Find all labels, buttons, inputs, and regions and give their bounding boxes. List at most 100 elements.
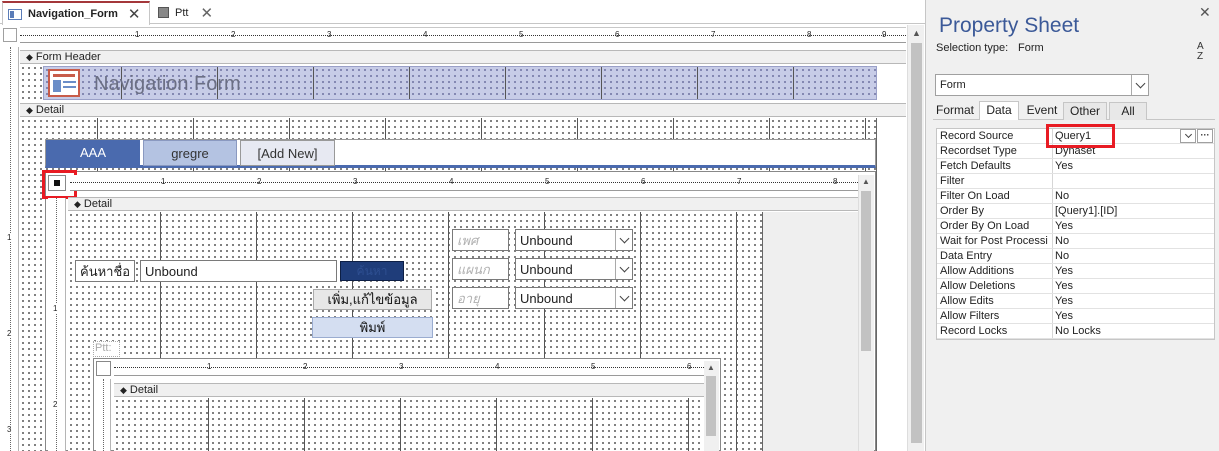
nested-subform-selector[interactable] [96, 361, 111, 376]
ruler-number: 3 [7, 425, 12, 434]
doc-tab-ptt[interactable]: Ptt ✕ [152, 1, 224, 24]
navigation-form-icon [48, 69, 80, 97]
property-value[interactable]: No Locks [1053, 324, 1214, 338]
ruler-number: 8 [833, 177, 838, 186]
subform-section-bar-detail[interactable]: ◆ Detail [68, 197, 858, 211]
property-key: Record Source [937, 129, 1053, 143]
property-row[interactable]: Allow Edits Yes [937, 294, 1214, 309]
ruler-number: 3 [327, 30, 332, 39]
property-value[interactable]: Yes [1053, 159, 1214, 173]
doc-tab-label: Ptt [175, 6, 189, 19]
subform-empty-area [762, 212, 858, 451]
ruler-number: 6 [641, 177, 646, 186]
property-key: Allow Filters [937, 309, 1053, 323]
tab-data[interactable]: Data [979, 101, 1019, 120]
section-label: Form Header [35, 51, 101, 63]
detail-right-edge [876, 118, 906, 451]
gender-label[interactable]: เพศ [452, 229, 509, 251]
nav-tab-add-new[interactable]: [Add New] [240, 140, 335, 166]
property-row[interactable]: Fetch Defaults Yes [937, 159, 1214, 174]
property-sheet-title: Property Sheet [939, 14, 1080, 37]
add-edit-button[interactable]: เพิ่ม,แก้ไขข้อมูล [313, 289, 432, 310]
combo-value: Unbound [520, 291, 573, 306]
ruler-number: 5 [545, 177, 550, 186]
property-row[interactable]: Wait for Post Processi No [937, 234, 1214, 249]
department-label[interactable]: แผนก [452, 258, 509, 280]
ruler-number: 2 [303, 362, 308, 371]
property-value[interactable]: Yes [1053, 309, 1214, 323]
subform-ruler: 1 2 3 4 5 6 7 8 [70, 175, 858, 191]
tab-format[interactable]: Format [934, 102, 976, 120]
section-label: Detail [129, 384, 159, 396]
nested-subform-ruler: 1 2 3 4 5 6 [114, 361, 704, 376]
record-source-dropdown-button[interactable] [1180, 129, 1196, 143]
ruler-number: 2 [7, 329, 12, 338]
property-row[interactable]: Data Entry No [937, 249, 1214, 264]
section-bar-form-header[interactable]: ◆ Form Header [20, 50, 906, 64]
print-button[interactable]: พิมพ์ [312, 317, 433, 338]
chevron-down-icon[interactable] [615, 230, 632, 250]
property-row[interactable]: Record Locks No Locks [937, 324, 1214, 339]
property-value[interactable]: Yes [1053, 294, 1214, 308]
tab-other[interactable]: Other [1063, 102, 1107, 120]
ruler-number: 2 [231, 30, 236, 39]
property-value[interactable]: Yes [1053, 264, 1214, 278]
chevron-down-icon[interactable] [615, 259, 632, 279]
object-select-value: Form [940, 79, 966, 91]
search-name-input[interactable]: Unbound [140, 260, 337, 282]
property-value[interactable] [1053, 174, 1214, 188]
ruler-number: 1 [7, 233, 12, 242]
property-key: Filter On Load [937, 189, 1053, 203]
ruler-number: 1 [53, 304, 58, 313]
age-label[interactable]: อายุ [452, 287, 509, 309]
section-bar-detail[interactable]: ◆ Detail [20, 103, 906, 117]
form-selector[interactable] [3, 28, 17, 42]
ruler-number: 9 [882, 30, 887, 39]
search-button[interactable]: ค้นหา [340, 261, 404, 281]
property-row[interactable]: Order By On Load Yes [937, 219, 1214, 234]
chevron-down-icon[interactable] [615, 288, 632, 308]
nav-tab-aaa[interactable]: AAA [46, 140, 140, 166]
tab-event[interactable]: Event [1022, 102, 1062, 120]
property-value[interactable]: Yes [1053, 219, 1214, 233]
doc-tab-label: Navigation_Form [28, 8, 118, 20]
doc-tab-navigation-form[interactable]: Navigation_Form ✕ [2, 1, 150, 25]
property-value[interactable]: [Query1].[ID] [1053, 204, 1214, 218]
search-name-label[interactable]: ค้นหาชื่อ [75, 260, 136, 282]
nested-subform-vertical-ruler [96, 379, 111, 451]
department-combo[interactable]: Unbound [515, 258, 633, 280]
property-row[interactable]: Allow Deletions Yes [937, 279, 1214, 294]
close-icon[interactable]: ✕ [1199, 4, 1211, 21]
nested-subform-label[interactable]: Ptt: [93, 341, 120, 357]
design-vertical-scrollbar[interactable]: ▲ [907, 25, 924, 451]
property-row[interactable]: Allow Filters Yes [937, 309, 1214, 324]
property-row[interactable]: Order By [Query1].[ID] [937, 204, 1214, 219]
tab-all[interactable]: All [1109, 102, 1147, 120]
subform-vertical-scrollbar[interactable]: ▲ [858, 175, 874, 451]
close-icon[interactable]: ✕ [128, 5, 141, 23]
object-select[interactable]: Form [935, 74, 1149, 96]
chevron-down-icon[interactable] [1131, 75, 1148, 95]
builder-ellipsis-button[interactable]: ··· [1197, 129, 1213, 143]
sort-az-icon[interactable]: A Z [1197, 42, 1213, 64]
property-value[interactable]: No [1053, 249, 1214, 263]
ruler-number: 6 [687, 362, 692, 371]
table-icon [158, 7, 169, 18]
property-key: Allow Edits [937, 294, 1053, 308]
nested-subform-scrollbar[interactable]: ▲ [704, 361, 719, 451]
close-icon[interactable]: ✕ [200, 4, 213, 22]
gender-combo[interactable]: Unbound [515, 229, 633, 251]
property-value[interactable]: No [1053, 189, 1214, 203]
record-source-highlight [1046, 124, 1115, 148]
age-combo[interactable]: Unbound [515, 287, 633, 309]
nav-tab-gregre[interactable]: gregre [143, 140, 237, 166]
header-title[interactable]: Navigation Form [94, 73, 241, 96]
property-value[interactable]: No [1053, 234, 1214, 248]
property-row[interactable]: Allow Additions Yes [937, 264, 1214, 279]
ruler-number: 2 [53, 400, 58, 409]
property-value[interactable]: Yes [1053, 279, 1214, 293]
ruler-number: 2 [257, 177, 262, 186]
property-row[interactable]: Filter On Load No [937, 189, 1214, 204]
property-row[interactable]: Filter [937, 174, 1214, 189]
nested-subform-section-bar-detail[interactable]: ◆ Detail [114, 383, 704, 397]
